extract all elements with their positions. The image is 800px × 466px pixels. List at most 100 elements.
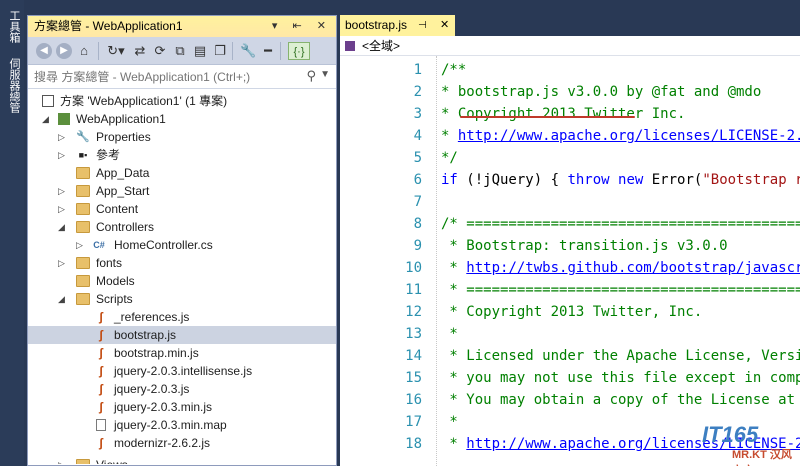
scope-dropdown[interactable]: <全域> [362,36,400,56]
collapsed-arrow-icon[interactable]: ▷ [58,146,68,164]
back-icon[interactable]: ◀ [36,43,52,59]
csharp-file-icon: C# [93,240,105,250]
code-line[interactable]: * ======================================… [441,279,800,301]
server-explorer-tab[interactable]: 伺服器總管 [4,58,21,113]
code-line[interactable]: */ [441,147,458,169]
collapsed-arrow-icon[interactable]: ▷ [58,456,68,464]
tree-item-bootstrap-js[interactable]: ʃ bootstrap.js [28,326,336,344]
code-line[interactable]: * http://www.apache.org/licenses/LICENSE… [441,125,800,147]
folder-icon [76,167,90,179]
tree-item-jquery-intellisense[interactable]: ʃ jquery-2.0.3.intellisense.js [28,362,336,380]
tree-item-references[interactable]: ▷ ■▪ 參考 [28,146,336,164]
tree-item-jquery-min-map[interactable]: jquery-2.0.3.min.map [28,416,336,434]
code-link[interactable]: http://www.apache.org/licenses/LICENSE-2… [458,128,800,144]
code-line[interactable]: /** [441,59,466,81]
properties-wrench-icon[interactable]: 🔧 [240,42,256,60]
tree-item-scripts[interactable]: ◢ Scripts [28,290,336,308]
collapsed-arrow-icon[interactable]: ▷ [58,128,68,146]
code-line[interactable]: * You may obtain a copy of the License a… [441,389,795,411]
tree-item-label: App_Data [96,166,150,180]
side-tool-strip: 工具箱 伺服器總管 [0,0,24,466]
sync-icon[interactable]: ⇄ [132,42,148,60]
copy-icon[interactable]: ❐ [212,42,228,60]
tree-item-models[interactable]: Models [28,272,336,290]
line-number: 9 [413,238,422,254]
tree-item-homecontroller[interactable]: ▷ C# HomeController.cs [28,236,336,254]
minus-icon[interactable]: ━ [260,42,276,60]
tree-item-solution[interactable]: 方案 'WebApplication1' (1 專案) [28,92,336,110]
document-tab-bar: bootstrap.js ⊣ ✕ [340,15,800,36]
tree-item-app-start[interactable]: ▷ App_Start [28,182,336,200]
pin-icon[interactable]: ⊣ [418,15,427,36]
search-icon[interactable]: ⚲ [306,68,316,84]
tree-item-views[interactable]: ▷ Views [28,456,336,464]
tab-bootstrap-js[interactable]: bootstrap.js ⊣ ✕ [340,15,455,36]
solution-tree: 方案 'WebApplication1' (1 專案) ◢ WebApplica… [28,92,336,464]
code-link[interactable]: http://twbs.github.com/bootstrap/javascr… [466,260,800,276]
expanded-arrow-icon[interactable]: ◢ [58,290,68,308]
js-file-icon: ʃ [99,400,103,414]
tree-item-label: HomeController.cs [114,238,213,252]
watermark-sub-text: MR.KT 汉风立方 [732,449,792,466]
code-line[interactable]: /* =====================================… [441,213,800,235]
code-line[interactable]: * Licensed under the Apache License, Ver… [441,345,800,367]
line-number: 7 [413,194,422,210]
tree-item-controllers[interactable]: ◢ Controllers [28,218,336,236]
solution-search-input[interactable] [28,65,303,88]
collapsed-arrow-icon[interactable]: ▷ [58,254,68,272]
collapsed-arrow-icon[interactable]: ▷ [76,236,86,254]
code-token: new [618,172,644,188]
tree-item-properties[interactable]: ▷ 🔧 Properties [28,128,336,146]
chevron-down-icon[interactable]: ▼ [320,69,330,80]
window-controls[interactable]: ▾ ⇤ ✕ [272,16,332,37]
tree-item-label: Views [96,456,128,464]
collapse-all-icon[interactable]: ⧉ [172,42,188,60]
tree-item-content[interactable]: ▷ Content [28,200,336,218]
code-line[interactable]: * [441,411,457,433]
code-line[interactable]: * you may not use this file except in co… [441,367,800,389]
close-icon[interactable]: ✕ [440,15,449,36]
code-line[interactable]: * Copyright 2013 Twitter Inc. [441,103,685,125]
tree-item-label: Scripts [96,292,133,306]
code-token: * [441,326,458,342]
toolbar-separator [280,42,281,60]
project-icon [58,113,70,125]
tree-item-label: 方案 'WebApplication1' (1 專案) [60,94,228,108]
code-line[interactable]: * [441,323,458,345]
line-number: 12 [405,304,422,320]
toolbox-tab[interactable]: 工具箱 [4,10,21,43]
tree-item-label: bootstrap.js [114,328,177,342]
expanded-arrow-icon[interactable]: ◢ [42,110,52,128]
refresh-icon[interactable]: ⟳ [152,42,168,60]
code-line[interactable]: * Copyright 2013 Twitter, Inc. [441,301,702,323]
code-line[interactable]: * http://twbs.github.com/bootstrap/javas… [441,257,800,279]
code-token: * Licensed under the Apache License, Ver… [449,348,800,364]
code-token: (!jQuery) { [457,172,568,188]
tree-item-jquery-js[interactable]: ʃ jquery-2.0.3.js [28,380,336,398]
code-token: * Bootstrap: transition.js v3.0.0 [441,238,728,254]
collapsed-arrow-icon[interactable]: ▷ [58,200,68,218]
tree-item-jquery-min-js[interactable]: ʃ jquery-2.0.3.min.js [28,398,336,416]
solution-explorer-panel: 方案總管 - WebApplication1 ▾ ⇤ ✕ ◀ ▶ ⌂ ↻▾ ⇄ … [27,15,337,466]
code-line[interactable]: * Bootstrap: transition.js v3.0.0 [441,235,728,257]
home-icon[interactable]: ⌂ [76,42,92,60]
forward-icon[interactable]: ▶ [56,43,72,59]
tree-item-fonts[interactable]: ▷ fonts [28,254,336,272]
line-number: 3 [413,106,422,122]
preview-selected-items-icon[interactable]: {·} [288,42,310,60]
expanded-arrow-icon[interactable]: ◢ [58,218,68,236]
tab-label: bootstrap.js [345,18,408,32]
tree-item-label: Controllers [96,220,155,234]
tree-item-modernizr-js[interactable]: ʃ modernizr-2.6.2.js [28,434,336,452]
tree-item-references-js[interactable]: ʃ _references.js [28,308,336,326]
code-token: * [441,260,467,276]
tree-item-bootstrap-min-js[interactable]: ʃ bootstrap.min.js [28,344,336,362]
code-line[interactable]: if (!jQuery) { throw new Error("Bootstra… [441,169,800,191]
show-all-files-icon[interactable]: ▤ [192,42,208,60]
code-token: /** [441,62,467,78]
tree-item-app-data[interactable]: App_Data [28,164,336,182]
collapsed-arrow-icon[interactable]: ▷ [58,182,68,200]
code-line[interactable]: * bootstrap.js v3.0.0 by @fat and @mdo [441,81,761,103]
tree-item-project[interactable]: ◢ WebApplication1 [28,110,336,128]
pending-changes-icon[interactable]: ↻▾ [106,42,126,60]
